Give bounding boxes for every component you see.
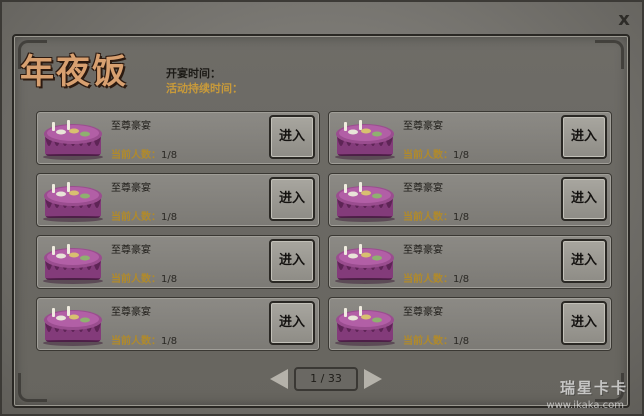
enter-room-button[interactable]: 进入 [561, 301, 607, 345]
player-count-value: 1/8 [453, 336, 470, 347]
next-page-icon[interactable] [364, 369, 382, 389]
room-player-count: 当前人数：1/8 [111, 146, 177, 161]
player-count-label: 当前人数： [111, 150, 161, 161]
pagination: 1 / 33 [270, 367, 382, 391]
player-count-value: 1/8 [161, 336, 178, 347]
room-name: 至尊豪宴 [403, 183, 443, 194]
prev-page-icon[interactable] [270, 369, 288, 389]
player-count-label: 当前人数： [111, 274, 161, 285]
banquet-room-card: 至尊豪宴当前人数：1/8 进入 [36, 173, 320, 227]
room-player-count: 当前人数：1/8 [403, 208, 469, 223]
enter-room-button[interactable]: 进入 [269, 177, 315, 221]
close-icon[interactable]: x [616, 11, 632, 29]
banquet-table-icon [335, 244, 395, 284]
room-player-count: 当前人数：1/8 [111, 208, 177, 223]
enter-room-button[interactable]: 进入 [269, 301, 315, 345]
room-player-count: 当前人数：1/8 [403, 332, 469, 347]
room-name: 至尊豪宴 [403, 307, 443, 318]
open-time-label: 开宴时间： [166, 67, 221, 80]
duration-label: 活动持续时间： [166, 82, 243, 95]
banquet-table-icon [335, 182, 395, 222]
banquet-room-card: 至尊豪宴当前人数：1/8 进入 [36, 235, 320, 289]
banquet-table-icon [335, 306, 395, 346]
player-count-value: 1/8 [161, 212, 178, 223]
player-count-label: 当前人数： [403, 274, 453, 285]
player-count-value: 1/8 [453, 274, 470, 285]
room-name: 至尊豪宴 [111, 307, 151, 318]
enter-room-button[interactable]: 进入 [561, 115, 607, 159]
room-player-count: 当前人数：1/8 [403, 270, 469, 285]
banquet-table-icon [335, 120, 395, 160]
player-count-label: 当前人数： [403, 212, 453, 223]
watermark-url: www.ikaka.com [546, 400, 624, 411]
enter-room-button[interactable]: 进入 [561, 177, 607, 221]
enter-room-button[interactable]: 进入 [269, 239, 315, 283]
banquet-room-card: 至尊豪宴当前人数：1/8 进入 [328, 111, 612, 165]
room-name: 至尊豪宴 [403, 245, 443, 256]
banquet-dialog: x 年夜饭 开宴时间： 活动持续时间： 至尊豪宴 当前人数：1/8 进入 至尊豪宴 当前… [0, 0, 644, 416]
room-grid: 至尊豪宴 当前人数：1/8 进入 至尊豪宴 当前人数：1/8 进入 至尊豪宴 当前人数：1/8… [36, 111, 612, 357]
room-name: 至尊豪宴 [111, 245, 151, 256]
watermark-brand: 瑞星卡卡 [559, 379, 628, 397]
page-indicator: 1 / 33 [294, 367, 358, 391]
player-count-value: 1/8 [161, 150, 178, 161]
enter-room-button[interactable]: 进入 [561, 239, 607, 283]
room-player-count: 当前人数：1/8 [111, 332, 177, 347]
room-name: 至尊豪宴 [111, 121, 151, 132]
player-count-label: 当前人数： [111, 212, 161, 223]
player-count-value: 1/8 [161, 274, 178, 285]
banquet-table-icon [43, 182, 103, 222]
banquet-room-card: 至尊豪宴当前人数：1/8 进入 [328, 235, 612, 289]
banquet-room-card: 至尊豪宴当前人数：1/8 进入 [328, 297, 612, 351]
banquet-room-card: 至尊豪宴当前人数：1/8 进入 [328, 173, 612, 227]
room-name: 至尊豪宴 [111, 183, 151, 194]
player-count-label: 当前人数： [403, 336, 453, 347]
player-count-value: 1/8 [453, 212, 470, 223]
room-player-count: 当前人数：1/8 [111, 270, 177, 285]
banquet-table-icon [43, 120, 103, 160]
banquet-room-card: 至尊豪宴当前人数：1/8 进入 [36, 111, 320, 165]
page-title: 年夜饭 [20, 52, 128, 92]
corner-ornament [595, 40, 624, 69]
banquet-table-icon [43, 244, 103, 284]
player-count-value: 1/8 [453, 150, 470, 161]
event-info: 开宴时间： 活动持续时间： [166, 66, 243, 96]
banquet-table-icon [43, 306, 103, 346]
enter-room-button[interactable]: 进入 [269, 115, 315, 159]
player-count-label: 当前人数： [111, 336, 161, 347]
corner-ornament [18, 373, 47, 402]
player-count-label: 当前人数： [403, 150, 453, 161]
room-player-count: 当前人数：1/8 [403, 146, 469, 161]
banquet-room-card: 至尊豪宴当前人数：1/8 进入 [36, 297, 320, 351]
room-name: 至尊豪宴 [403, 121, 443, 132]
